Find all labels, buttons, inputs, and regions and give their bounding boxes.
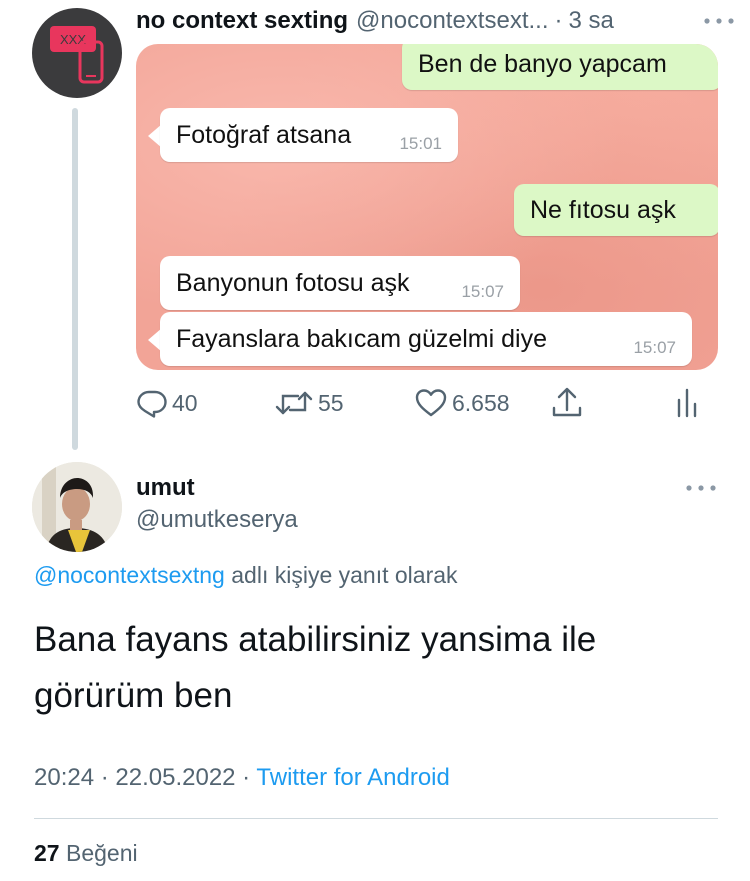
meta-separator: ·: [235, 764, 257, 791]
likes-count: 27: [34, 840, 60, 866]
heart-icon: [415, 389, 447, 417]
replying-to-label: adlı kişiye yanıt olarak: [224, 562, 458, 588]
tweet-metadata: 20:24 · 22.05.2022 · Twitter for Android: [34, 764, 450, 792]
retweet-button[interactable]: 55: [274, 384, 344, 422]
parent-tweet-header: no context sexting @nocontextsext... · 3…: [136, 4, 736, 38]
more-options-icon[interactable]: [684, 478, 718, 503]
meta-separator: ·: [94, 764, 116, 791]
parent-author-avatar[interactable]: XXX: [32, 8, 122, 98]
chat-bubble-outgoing: Ne fıtosu aşk: [514, 184, 718, 236]
retweet-icon: [275, 391, 313, 415]
chat-bubble-incoming: Banyonun fotosu aşk 15:07: [160, 256, 520, 310]
likes-summary[interactable]: 27 Beğeni: [34, 840, 138, 867]
parent-author-handle[interactable]: @nocontextsext...: [356, 7, 548, 35]
phone-xxx-icon: XXX: [50, 26, 104, 84]
chat-bubble-outgoing: Ben de banyo yapcam: [402, 44, 718, 90]
tweet-text-line: Bana fayans atabilirsiniz yansima ile: [34, 620, 597, 659]
chat-bubble-incoming: Fayanslara bakıcam güzelmi diye 15:07: [160, 312, 692, 366]
header-separator: ·: [554, 7, 563, 34]
main-author-name[interactable]: umut: [136, 474, 195, 502]
chat-timestamp: 15:07: [461, 282, 504, 301]
parent-tweet-actions: 40 55 6.658: [136, 384, 718, 422]
share-button[interactable]: [550, 384, 584, 422]
tweet-body: Bana fayans atabilirsiniz yansima ile gö…: [34, 612, 724, 724]
thread-connector-line: [72, 108, 78, 450]
share-icon: [552, 387, 582, 417]
main-author-avatar[interactable]: [32, 462, 122, 552]
tweet-text-line: görürüm ben: [34, 676, 233, 715]
replying-to-line: @nocontextsextng adlı kişiye yanıt olara…: [34, 562, 458, 589]
like-button[interactable]: 6.658: [414, 384, 510, 422]
replying-to-mention[interactable]: @nocontextsextng: [34, 562, 225, 588]
tweet-media-image[interactable]: Ben de banyo yapcam Fotoğraf atsana 15:0…: [136, 44, 718, 370]
chat-bubble-incoming: Fotoğraf atsana 15:01: [160, 108, 458, 162]
reply-icon: [137, 390, 167, 418]
reply-button[interactable]: 40: [136, 384, 198, 422]
more-options-icon[interactable]: [702, 10, 736, 38]
svg-text:XXX: XXX: [60, 32, 86, 47]
divider: [34, 818, 718, 819]
chat-timestamp: 15:07: [633, 338, 676, 357]
retweet-count: 55: [318, 389, 344, 416]
chat-timestamp: 15:01: [399, 134, 442, 153]
tweet-date[interactable]: 22.05.2022: [115, 764, 235, 791]
likes-label: Beğeni: [59, 840, 138, 866]
like-count: 6.658: [452, 389, 510, 416]
analytics-button[interactable]: [674, 384, 700, 422]
reply-count: 40: [172, 389, 198, 416]
parent-author-name[interactable]: no context sexting: [136, 7, 348, 35]
main-author-handle[interactable]: @umutkeserya: [136, 506, 298, 534]
tweet-time[interactable]: 20:24: [34, 764, 94, 791]
tweet-source-link[interactable]: Twitter for Android: [256, 764, 449, 791]
analytics-icon: [677, 388, 697, 418]
profile-photo: [32, 462, 122, 552]
parent-tweet-time[interactable]: 3 sa: [569, 7, 614, 35]
